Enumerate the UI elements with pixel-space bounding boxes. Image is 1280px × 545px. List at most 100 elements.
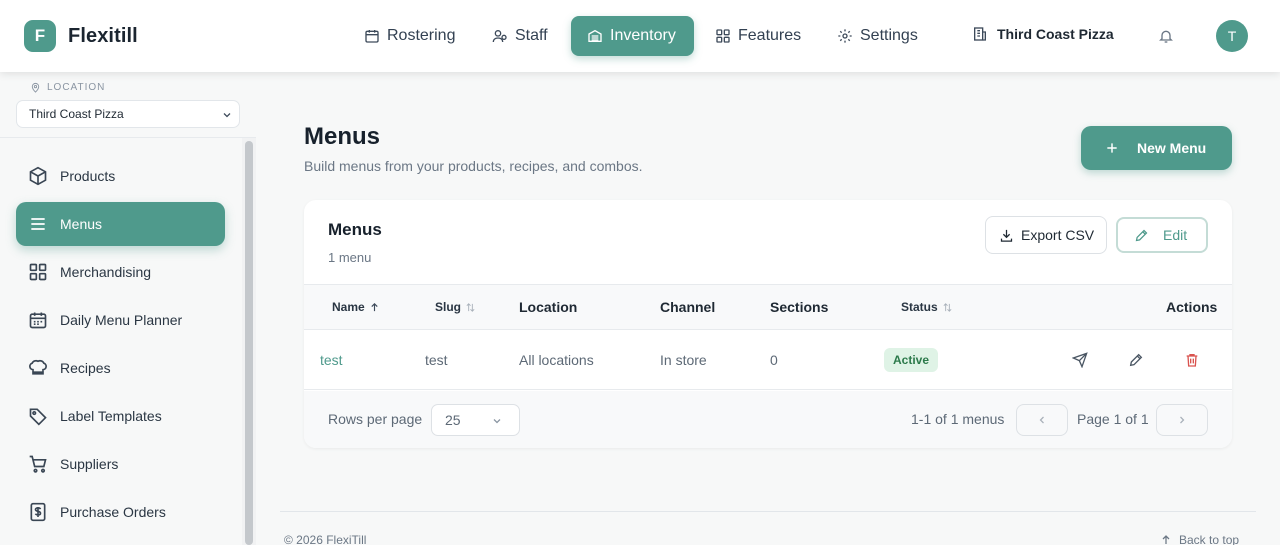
avatar[interactable]: T [1216, 20, 1248, 52]
chevron-down-icon [223, 113, 231, 118]
inventory-icon [588, 29, 602, 42]
back-to-top-link[interactable]: Back to top [1160, 533, 1239, 545]
nav-rostering-label: Rostering [387, 27, 456, 44]
sidebar-item-merchandising[interactable]: Merchandising [16, 250, 225, 294]
export-csv-button[interactable]: Export CSV [985, 216, 1107, 254]
sidebar-item-label: Daily Menu Planner [60, 312, 183, 328]
bell-icon[interactable] [1158, 28, 1174, 44]
column-header-label: Name [332, 300, 365, 314]
sort-icon [466, 302, 475, 312]
footer-divider [280, 511, 1256, 512]
new-menu-button[interactable]: New Menu [1081, 126, 1232, 170]
column-header-sections: Sections [770, 285, 828, 329]
column-header-slug[interactable]: Slug [435, 285, 476, 329]
calendar-icon [29, 312, 47, 329]
cell-sections: 0 [770, 352, 778, 368]
brand-name: Flexitill [68, 24, 138, 47]
column-header-label: Slug [435, 300, 461, 314]
sidebar-scrollbar-thumb[interactable] [245, 141, 253, 545]
location-select[interactable]: Third Coast Pizza [16, 100, 240, 128]
chef-hat-icon [29, 359, 47, 375]
menus-card: Menus 1 menu Export CSV Edit Name Slug L… [304, 200, 1232, 448]
nav-inventory[interactable]: Inventory [571, 16, 694, 56]
cell-slug: test [425, 352, 448, 368]
menu-icon [31, 218, 45, 230]
edit-button[interactable]: Edit [1116, 217, 1208, 253]
grid-icon [29, 263, 47, 281]
page-title: Menus [304, 123, 381, 150]
location-select-value: Third Coast Pizza [29, 107, 124, 121]
chevron-right-icon [1180, 416, 1185, 424]
card-count: 1 menu [328, 250, 372, 265]
sidebar-item-label: Recipes [60, 360, 111, 376]
nav-rostering[interactable]: Rostering [364, 16, 455, 56]
location-label-text: LOCATION [47, 82, 106, 93]
sidebar-item-label: Suppliers [60, 456, 119, 472]
column-header-actions: Actions [1166, 285, 1217, 329]
cell-channel: In store [660, 352, 707, 368]
sidebar-item-label: Menus [60, 216, 103, 232]
table-footer: Rows per page 25 1-1 of 1 menus Page 1 o… [304, 391, 1232, 448]
map-pin-icon [31, 82, 40, 93]
nav-staff-label: Staff [515, 27, 548, 44]
column-header-location: Location [519, 285, 577, 329]
sidebar-item-label-templates[interactable]: Label Templates [16, 394, 225, 438]
grid-icon [716, 29, 730, 43]
brand[interactable]: F Flexitill [24, 20, 138, 52]
page-subtitle: Build menus from your products, recipes,… [304, 158, 643, 174]
sort-icon [943, 302, 952, 312]
send-icon[interactable] [1072, 352, 1088, 368]
gear-icon [838, 29, 852, 43]
next-page-button[interactable] [1156, 404, 1208, 436]
sort-ascending-icon [371, 302, 378, 311]
sidebar-item-daily-menu-planner[interactable]: Daily Menu Planner [16, 298, 225, 342]
column-header-channel: Channel [660, 285, 715, 329]
trash-icon[interactable] [1184, 352, 1200, 368]
package-icon [29, 166, 47, 186]
staff-icon [492, 30, 507, 43]
cell-location: All locations [519, 352, 594, 368]
sidebar-item-label: Products [60, 168, 116, 184]
pagination-range: 1-1 of 1 menus [911, 411, 1005, 427]
nav-settings[interactable]: Settings [837, 16, 918, 56]
prev-page-button[interactable] [1016, 404, 1068, 436]
pencil-icon[interactable] [1128, 352, 1144, 368]
arrow-up-icon [1162, 535, 1170, 544]
column-header-label: Status [901, 300, 938, 314]
sidebar-item-products[interactable]: Products [16, 154, 225, 198]
table-row: test test All locations In store 0 Activ… [304, 330, 1232, 390]
store-switcher[interactable]: Third Coast Pizza [972, 26, 1114, 42]
table-header: Name Slug Location Channel Sections Stat… [304, 284, 1232, 330]
brand-logo: F [24, 20, 56, 52]
calendar-icon [365, 30, 379, 43]
nav-staff[interactable]: Staff [492, 16, 548, 56]
location-label: LOCATION [30, 82, 105, 93]
rows-per-page-select[interactable]: 25 [431, 404, 520, 436]
nav-settings-label: Settings [860, 27, 918, 44]
nav-inventory-label: Inventory [610, 27, 676, 44]
nav-features[interactable]: Features [715, 16, 801, 56]
sidebar-item-suppliers[interactable]: Suppliers [16, 442, 225, 486]
sidebar-item-purchase-orders[interactable]: Purchase Orders [16, 490, 225, 534]
sidebar-item-label: Label Templates [60, 408, 162, 424]
column-header-name[interactable]: Name [332, 285, 380, 329]
store-name-label: Third Coast Pizza [997, 26, 1114, 42]
rows-per-page-label: Rows per page [328, 411, 423, 427]
sidebar-item-label: Purchase Orders [60, 504, 166, 520]
building-icon [974, 27, 986, 41]
export-csv-label: Export CSV [1021, 227, 1095, 243]
cell-name-link[interactable]: test [320, 330, 343, 390]
card-title: Menus [328, 220, 382, 239]
column-header-label: Channel [660, 299, 716, 315]
column-header-status[interactable]: Status [901, 285, 953, 329]
sidebar-item-menus[interactable]: Menus [16, 202, 225, 246]
pencil-icon [1135, 229, 1148, 241]
plus-icon [1107, 143, 1117, 153]
cell-status: Active [884, 330, 939, 390]
receipt-icon [30, 502, 46, 522]
edit-label: Edit [1163, 227, 1188, 243]
tag-icon [29, 408, 47, 426]
back-to-top-label: Back to top [1179, 533, 1240, 545]
top-header: F Flexitill Rostering Staff Inventory Fe… [0, 0, 1280, 72]
sidebar-item-recipes[interactable]: Recipes [16, 346, 225, 390]
